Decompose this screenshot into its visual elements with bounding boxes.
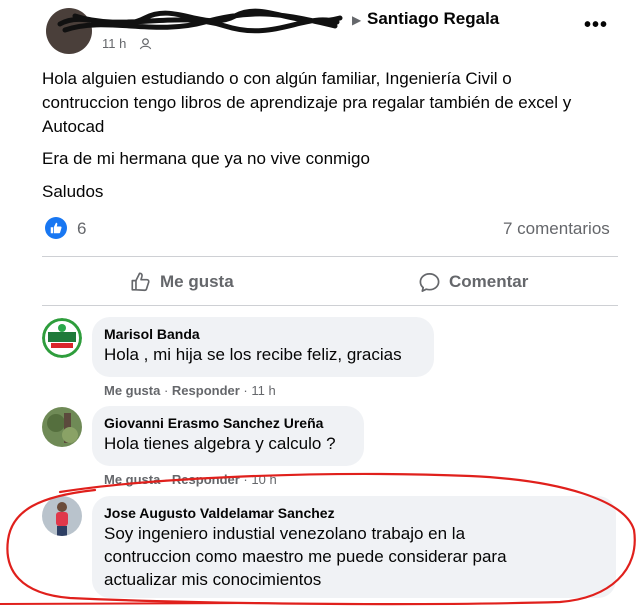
redaction-scribble [57, 8, 343, 34]
comment-text: Hola tienes algebra y calculo ? [104, 434, 336, 453]
comment-text: Soy ingeniero industial venezolano traba… [104, 524, 466, 543]
comment-reply-link[interactable]: Responder [172, 383, 240, 398]
comment-text: actualizar mis conocimientos [104, 570, 322, 589]
comment-actions: Me gusta · Responder · 10 h [104, 472, 277, 487]
like-reaction-icon[interactable] [45, 217, 67, 239]
thumbs-up-outline-icon [131, 272, 150, 292]
commenter-name[interactable]: Jose Augusto Valdelamar Sanchez [104, 504, 604, 522]
comment-bubble: Jose Augusto Valdelamar Sanchez Soy inge… [92, 496, 616, 598]
audience-icon [139, 38, 152, 50]
comment-bubble: Marisol Banda Hola , mi hija se los reci… [92, 317, 434, 377]
comment-like-link[interactable]: Me gusta [104, 383, 160, 398]
commenter-avatar[interactable] [42, 318, 82, 358]
comment-text: Hola , mi hija se los recibe feliz, grac… [104, 345, 402, 364]
comment-button-label: Comentar [449, 272, 529, 291]
avatar-image [42, 407, 82, 447]
commenter-name[interactable]: Giovanni Erasmo Sanchez Ureña [104, 414, 352, 432]
post-text-line: Saludos [42, 182, 104, 201]
comment-bubble-icon [419, 272, 440, 292]
more-options-button[interactable]: ••• [584, 14, 608, 37]
comment-like-link[interactable]: Me gusta [104, 472, 160, 487]
comment-bubble: Giovanni Erasmo Sanchez Ureña Hola tiene… [92, 406, 364, 466]
thumbs-up-icon [50, 222, 62, 234]
comment-text: contruccion como maestro me puede consid… [104, 547, 507, 566]
comment-timestamp[interactable]: 11 h [251, 383, 275, 398]
comment-actions: Me gusta · Responder · 11 h [104, 383, 276, 398]
post-text-line: Autocad [42, 117, 105, 136]
commenter-avatar[interactable] [42, 496, 82, 536]
like-button-label: Me gusta [160, 272, 234, 291]
divider [42, 305, 618, 306]
reaction-count[interactable]: 6 [77, 219, 86, 239]
commenter-name[interactable]: Marisol Banda [104, 325, 422, 343]
avatar-image [42, 318, 82, 358]
post-text-line: contruccion tengo libros de aprendizaje … [42, 93, 572, 112]
post-text-line: Hola alguien estudiando o con algún fami… [42, 69, 512, 88]
comment-reply-link[interactable]: Responder [172, 472, 240, 487]
arrow-right-icon: ▶ [352, 13, 362, 27]
comments-count-link[interactable]: 7 comentarios [503, 219, 610, 239]
post-text-line: Era de mi hermana que ya no vive conmigo [42, 149, 370, 168]
post-timestamp[interactable]: 11 h [102, 36, 126, 51]
commenter-avatar[interactable] [42, 407, 82, 447]
like-button[interactable]: Me gusta [130, 268, 234, 296]
avatar-image [42, 496, 82, 536]
group-name-link[interactable]: Santiago Regala [367, 9, 499, 29]
comment-button[interactable]: Comentar [418, 268, 528, 296]
comment-timestamp[interactable]: 10 h [251, 472, 276, 487]
divider [42, 256, 618, 257]
